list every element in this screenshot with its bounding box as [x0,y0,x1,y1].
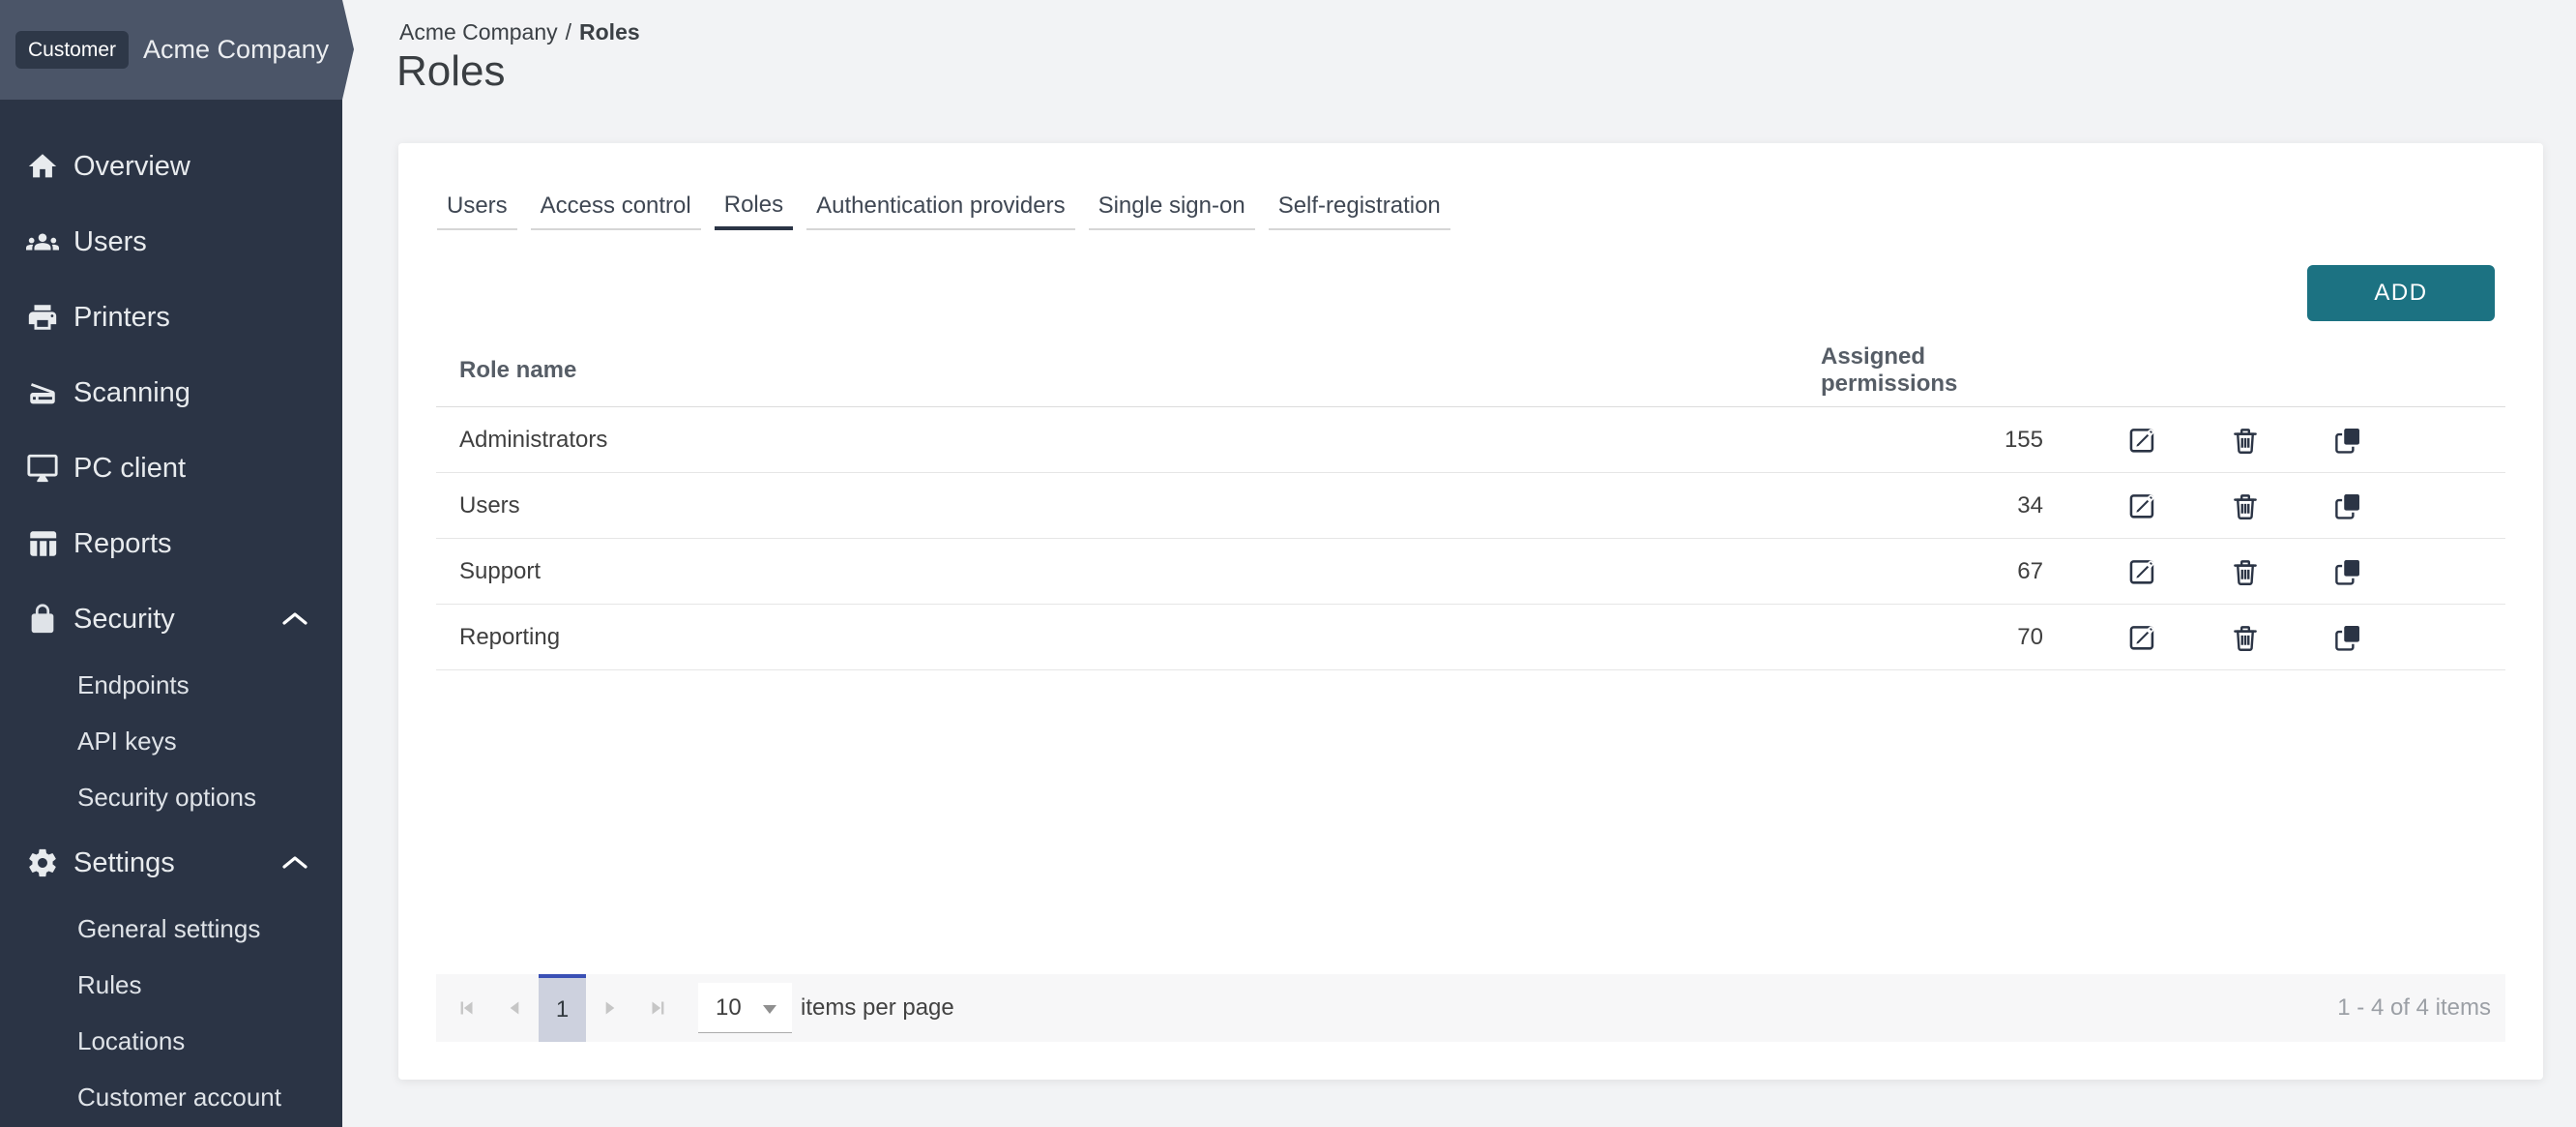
chevron-up-icon [280,610,309,628]
sidebar-item-users[interactable]: Users [0,204,342,280]
sidebar-item-label: PC client [73,453,186,485]
first-page-icon[interactable] [442,974,490,1042]
sidebar-item-label: Overview [73,151,190,183]
users-icon [26,225,59,258]
items-per-page-label: items per page [801,994,954,1022]
previous-page-icon[interactable] [490,974,539,1042]
permissions-cell: 70 [1798,624,2066,651]
last-page-icon[interactable] [634,974,683,1042]
table-row: Reporting 70 [436,605,2505,670]
table-row: Support 67 [436,539,2505,605]
tab-access-control[interactable]: Access control [531,184,701,230]
sidebar-subitem-general-settings[interactable]: General settings [0,901,342,957]
tab-roles[interactable]: Roles [715,184,793,230]
copy-icon[interactable] [2331,555,2364,588]
sidebar-subitem-security-options[interactable]: Security options [0,769,342,825]
breadcrumb-parent[interactable]: Acme Company [399,19,558,44]
sidebar-item-label: Reports [73,528,172,560]
permissions-cell: 34 [1798,492,2066,519]
permissions-cell: 67 [1798,558,2066,585]
row-actions [2066,424,2505,457]
delete-icon[interactable] [2229,621,2262,654]
copy-icon[interactable] [2331,424,2364,457]
row-actions [2066,621,2505,654]
tab-single-sign-on[interactable]: Single sign-on [1089,184,1255,230]
sidebar-item-security[interactable]: Security [0,581,342,657]
edit-icon[interactable] [2126,489,2159,522]
edit-icon[interactable] [2126,621,2159,654]
edit-icon[interactable] [2126,555,2159,588]
content-card: Users Access control Roles Authenticatio… [398,143,2543,1080]
customer-badge: Customer [15,31,129,69]
table-header-row: Role name Assigned permissions [436,334,2505,407]
sidebar-item-label: Security [73,604,175,636]
sidebar-item-label: Users [73,226,147,258]
chevron-down-icon [761,994,778,1022]
sidebar-item-scanning[interactable]: Scanning [0,355,342,430]
copy-icon[interactable] [2331,621,2364,654]
page-number-button[interactable]: 1 [539,974,586,1042]
table-row: Users 34 [436,473,2505,539]
column-header-assigned-permissions: Assigned permissions [1798,343,2066,398]
row-actions [2066,555,2505,588]
role-name-cell: Users [436,492,1798,519]
company-name: Acme Company [143,35,329,65]
sidebar-item-reports[interactable]: Reports [0,506,342,581]
pager-range-label: 1 - 4 of 4 items [2337,994,2505,1022]
printer-icon [26,301,59,334]
gear-icon [26,846,59,879]
sidebar-subitem-customer-account[interactable]: Customer account [0,1069,342,1125]
sidebar-item-settings[interactable]: Settings [0,825,342,901]
row-actions [2066,489,2505,522]
pager: 1 10 items per page 1 - 4 of 4 items [436,974,2505,1042]
sidebar: Overview Users Printers Scanning PC clie… [0,0,342,1127]
tab-authentication-providers[interactable]: Authentication providers [806,184,1074,230]
sidebar-subitem-locations[interactable]: Locations [0,1013,342,1069]
breadcrumb-current: Roles [579,19,640,44]
page-title: Roles [396,47,506,96]
role-name-cell: Reporting [436,624,1798,651]
sidebar-item-overview[interactable]: Overview [0,129,342,204]
sidebar-item-label: Scanning [73,377,190,409]
delete-icon[interactable] [2229,424,2262,457]
breadcrumb-separator: / [566,19,571,44]
sidebar-item-label: Settings [73,847,175,879]
page-size-value: 10 [716,994,742,1022]
tab-self-registration[interactable]: Self-registration [1269,184,1450,230]
sidebar-nav: Overview Users Printers Scanning PC clie… [0,129,342,1125]
delete-icon[interactable] [2229,555,2262,588]
sidebar-subitem-api-keys[interactable]: API keys [0,713,342,769]
roles-table: Role name Assigned permissions Administr… [436,334,2505,670]
scanner-icon [26,376,59,409]
delete-icon[interactable] [2229,489,2262,522]
role-name-cell: Administrators [436,427,1798,454]
sidebar-subitem-endpoints[interactable]: Endpoints [0,657,342,713]
sidebar-item-label: Printers [73,302,170,334]
table-row: Administrators 155 [436,407,2505,473]
home-icon [26,150,59,183]
tab-strip: Users Access control Roles Authenticatio… [437,184,1464,230]
sidebar-item-pc-client[interactable]: PC client [0,430,342,506]
sidebar-subitem-rules[interactable]: Rules [0,957,342,1013]
next-page-icon[interactable] [586,974,634,1042]
edit-icon[interactable] [2126,424,2159,457]
sidebar-item-printers[interactable]: Printers [0,280,342,355]
add-button[interactable]: ADD [2307,265,2495,321]
tab-users[interactable]: Users [437,184,517,230]
column-header-role-name: Role name [436,357,1798,384]
permissions-cell: 155 [1798,427,2066,454]
customer-header: Customer Acme Company [0,0,354,100]
lock-icon [26,603,59,636]
reports-icon [26,527,59,560]
page-size-select[interactable]: 10 [698,983,792,1033]
breadcrumb: Acme Company / Roles [399,19,640,45]
monitor-icon [26,452,59,485]
copy-icon[interactable] [2331,489,2364,522]
role-name-cell: Support [436,558,1798,585]
chevron-up-icon [280,854,309,872]
